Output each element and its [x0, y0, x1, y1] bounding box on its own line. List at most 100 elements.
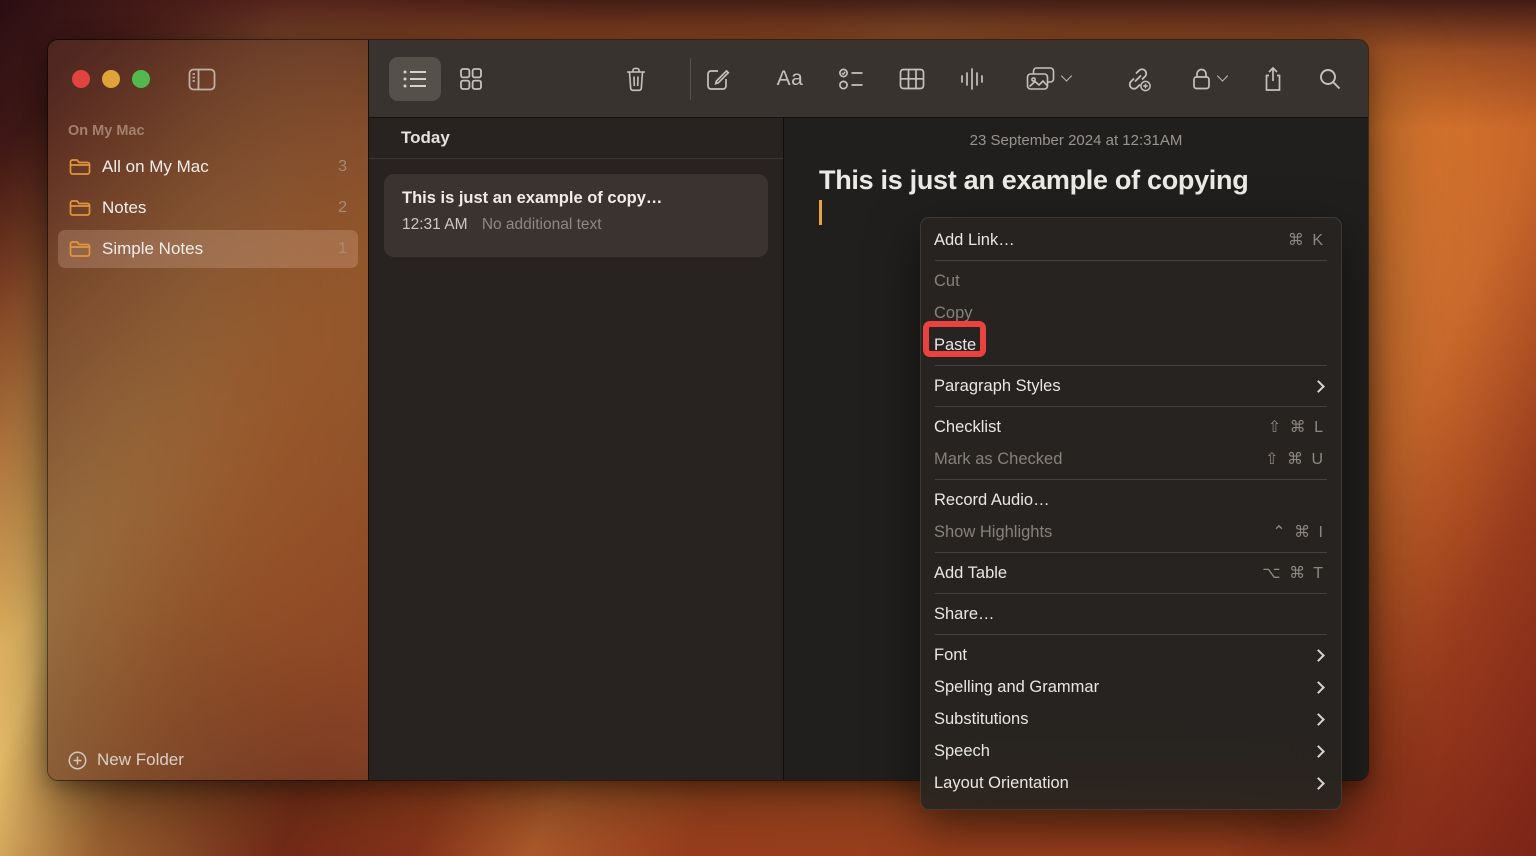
compose-note-icon[interactable]	[705, 66, 731, 92]
menu-item-label: Checklist	[934, 418, 1268, 437]
menu-item-label: Add Table	[934, 564, 1262, 583]
menu-separator	[935, 260, 1327, 261]
menu-item-label: Spelling and Grammar	[934, 678, 1314, 697]
menu-item-shortcut: ⇧ ⌘ U	[1265, 449, 1325, 469]
note-list-item[interactable]: This is just an example of copy… 12:31 A…	[384, 174, 768, 257]
menu-item-label: Show Highlights	[934, 523, 1272, 542]
note-title: This is just an example of copying	[819, 165, 1368, 196]
note-item-title: This is just an example of copy…	[402, 189, 750, 208]
menu-item-label: Substitutions	[934, 710, 1314, 729]
menu-item-add-link[interactable]: Add Link…⌘ K	[921, 224, 1341, 256]
menu-item-shortcut: ⇧ ⌘ L	[1268, 417, 1325, 437]
menu-item-label: Share…	[934, 605, 1325, 624]
menu-item-record-audio[interactable]: Record Audio…	[921, 484, 1341, 516]
menu-item-paragraph-styles[interactable]: Paragraph Styles	[921, 370, 1341, 402]
menu-item-label: Mark as Checked	[934, 450, 1265, 469]
menu-item-cut: Cut	[921, 265, 1341, 297]
note-date: 23 September 2024 at 12:31AM	[784, 132, 1368, 149]
chevron-down-icon	[1061, 70, 1072, 81]
lock-icon[interactable]	[1192, 66, 1227, 92]
sidebar: On My Mac All on My Mac3Notes2Simple Not…	[48, 40, 368, 780]
menu-item-mark-as-checked: Mark as Checked⇧ ⌘ U	[921, 443, 1341, 475]
chevron-down-icon	[1217, 70, 1228, 81]
menu-item-spelling-and-grammar[interactable]: Spelling and Grammar	[921, 671, 1341, 703]
menu-item-substitutions[interactable]: Substitutions	[921, 703, 1341, 735]
gallery-view-icon[interactable]	[459, 67, 483, 91]
new-folder-label: New Folder	[97, 750, 184, 770]
close-window-button[interactable]	[72, 70, 90, 88]
submenu-chevron-icon	[1312, 649, 1325, 662]
menu-item-shortcut: ⌃ ⌘ I	[1272, 522, 1325, 542]
menu-item-share[interactable]: Share…	[921, 598, 1341, 630]
menu-item-label: Font	[934, 646, 1314, 665]
table-icon[interactable]	[899, 68, 925, 90]
note-item-time: 12:31 AM	[402, 216, 468, 233]
menu-item-label: Cut	[934, 272, 1325, 291]
submenu-chevron-icon	[1312, 713, 1325, 726]
menu-item-shortcut: ⌥ ⌘ T	[1262, 563, 1325, 583]
menu-item-shortcut: ⌘ K	[1288, 230, 1325, 250]
note-list: Today This is just an example of copy… 1…	[369, 118, 784, 780]
menu-separator	[935, 593, 1327, 594]
submenu-chevron-icon	[1312, 777, 1325, 790]
menu-item-label: Paragraph Styles	[934, 377, 1314, 396]
menu-separator	[935, 406, 1327, 407]
text-cursor	[819, 200, 822, 225]
menu-item-font[interactable]: Font	[921, 639, 1341, 671]
zoom-window-button[interactable]	[132, 70, 150, 88]
new-folder-button[interactable]: New Folder	[68, 747, 184, 773]
menu-item-paste[interactable]: Paste	[921, 329, 1341, 361]
minimize-window-button[interactable]	[102, 70, 120, 88]
list-view-button[interactable]	[389, 57, 441, 101]
checklist-icon[interactable]	[839, 67, 864, 91]
menu-separator	[935, 552, 1327, 553]
menu-item-label: Speech	[934, 742, 1314, 761]
delete-note-icon[interactable]	[624, 66, 648, 92]
menu-separator	[935, 479, 1327, 480]
menu-item-label: Copy	[934, 304, 1325, 323]
folder-icon	[69, 240, 91, 258]
folder-icon	[69, 199, 91, 217]
folder-icon	[69, 158, 91, 176]
share-icon[interactable]	[1262, 65, 1284, 92]
window-controls	[72, 70, 150, 88]
menu-item-copy: Copy	[921, 297, 1341, 329]
sidebar-folder-notes[interactable]: Notes2	[58, 189, 358, 227]
add-link-icon[interactable]	[1124, 65, 1152, 92]
plus-circle-icon	[68, 751, 87, 770]
menu-item-label: Record Audio…	[934, 491, 1325, 510]
format-text-icon[interactable]: Aa	[777, 67, 804, 91]
toggle-sidebar-icon[interactable]	[188, 68, 216, 91]
menu-item-label: Layout Orientation	[934, 774, 1314, 793]
menu-item-checklist[interactable]: Checklist⇧ ⌘ L	[921, 411, 1341, 443]
menu-item-add-table[interactable]: Add Table⌥ ⌘ T	[921, 557, 1341, 589]
folder-note-count: 3	[338, 158, 347, 176]
menu-item-speech[interactable]: Speech	[921, 735, 1341, 767]
search-icon[interactable]	[1318, 66, 1343, 91]
sidebar-folder-all-on-my-mac[interactable]: All on My Mac3	[58, 148, 358, 186]
toolbar: Aa	[369, 40, 1368, 118]
menu-item-show-highlights: Show Highlights⌃ ⌘ I	[921, 516, 1341, 548]
folder-note-count: 2	[338, 199, 347, 217]
menu-item-label: Add Link…	[934, 231, 1288, 250]
folder-note-count: 1	[338, 240, 347, 258]
note-list-section-header: Today	[369, 118, 783, 159]
context-menu: Add Link…⌘ K Cut Copy Paste Paragraph Styles…	[920, 217, 1342, 810]
note-item-preview: No additional text	[482, 216, 602, 233]
menu-item-label: Paste	[934, 336, 1325, 355]
menu-separator	[935, 365, 1327, 366]
audio-waveform-icon[interactable]	[959, 66, 985, 92]
toolbar-divider	[690, 58, 691, 100]
submenu-chevron-icon	[1312, 681, 1325, 694]
folder-name: All on My Mac	[102, 157, 338, 177]
menu-separator	[935, 634, 1327, 635]
media-browser-icon[interactable]	[1026, 66, 1071, 92]
folder-name: Notes	[102, 198, 338, 218]
sidebar-section-header: On My Mac	[68, 123, 145, 139]
submenu-chevron-icon	[1312, 745, 1325, 758]
folder-list: All on My Mac3Notes2Simple Notes1	[58, 148, 358, 271]
submenu-chevron-icon	[1312, 380, 1325, 393]
menu-item-layout-orientation[interactable]: Layout Orientation	[921, 767, 1341, 799]
folder-name: Simple Notes	[102, 239, 338, 259]
sidebar-folder-simple-notes[interactable]: Simple Notes1	[58, 230, 358, 268]
